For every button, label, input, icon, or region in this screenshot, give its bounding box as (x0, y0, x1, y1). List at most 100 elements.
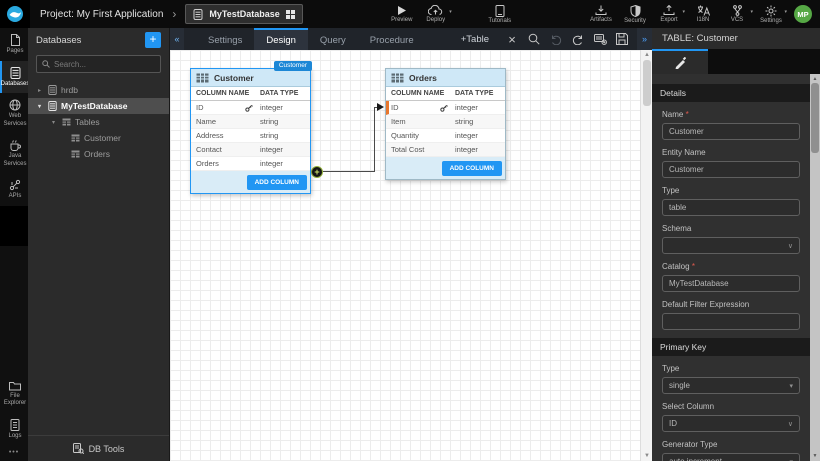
zoom-search-button[interactable] (526, 28, 542, 50)
rail-item-pages[interactable]: Pages (0, 28, 28, 61)
rail-item-logs[interactable]: Logs (0, 413, 28, 446)
tree-item-tables[interactable]: ▾ Tables (28, 114, 169, 130)
table-row[interactable]: Contact integer (191, 143, 310, 157)
type-field[interactable] (662, 199, 800, 216)
tree-collapsed-arrow-icon[interactable]: ▸ (35, 87, 44, 94)
canvas-vertical-scrollbar[interactable]: ▲ ▼ (640, 50, 652, 461)
column-type: string (260, 117, 310, 126)
search-input[interactable] (54, 60, 155, 69)
db-tools-label: DB Tools (89, 444, 125, 454)
add-table-button[interactable]: +Table (461, 34, 489, 45)
column-name: Item (386, 117, 455, 126)
schema-select[interactable]: ∨ (662, 237, 800, 254)
play-icon (396, 5, 407, 16)
api-connector-icon (9, 179, 21, 191)
export-button[interactable]: Export ▾ (652, 0, 686, 28)
grid-switcher-icon[interactable] (286, 10, 295, 19)
user-avatar[interactable]: MP (794, 5, 812, 23)
column-name: ID (391, 103, 399, 112)
tree-expanded-arrow-icon[interactable]: ▾ (35, 103, 44, 110)
artifacts-button[interactable]: Artifacts (584, 0, 618, 28)
tab-procedure[interactable]: Procedure (358, 28, 426, 50)
catalog-field[interactable] (662, 275, 800, 292)
collapse-panel-button[interactable]: « (170, 28, 184, 50)
security-button[interactable]: Security (618, 0, 652, 28)
add-column-button[interactable]: ADD COLUMN (247, 175, 307, 190)
tree-item-hrdb[interactable]: ▸ hrdb (28, 82, 169, 98)
scroll-down-icon[interactable]: ▼ (641, 453, 652, 459)
edit-tab[interactable] (652, 49, 708, 74)
properties-vertical-scrollbar[interactable]: ▲ ▼ (810, 74, 820, 461)
db-tools-button[interactable]: DB Tools (28, 435, 169, 461)
select-column-select[interactable]: ID ∨ (662, 415, 800, 432)
rail-item-web-services[interactable]: Web Services (0, 93, 28, 133)
pk-type-label: Type (662, 364, 800, 373)
save-button[interactable] (614, 28, 630, 50)
table-card-orders[interactable]: Orders COLUMN NAME DATA TYPE ID integer … (385, 68, 506, 180)
scroll-down-icon[interactable]: ▼ (810, 453, 820, 459)
table-row[interactable]: Total Cost integer (386, 143, 505, 157)
default-filter-field[interactable] (662, 313, 800, 330)
expand-panel-button[interactable]: » (637, 28, 652, 50)
delete-button[interactable]: × (504, 28, 520, 50)
tree-item-mytestdatabase[interactable]: ▾ MyTestDatabase (28, 98, 169, 114)
column-header-row: COLUMN NAME DATA TYPE (191, 87, 310, 101)
table-row[interactable]: Name string (191, 115, 310, 129)
i18n-button[interactable]: I18N (686, 0, 720, 28)
rail-item-file-explorer[interactable]: File Explorer (0, 375, 28, 413)
tree-item-customer[interactable]: Customer (28, 130, 169, 146)
table-row[interactable]: Orders integer (191, 157, 310, 171)
undo-button[interactable] (548, 28, 564, 50)
relationship-drag-connector[interactable]: + (311, 166, 323, 178)
design-canvas[interactable]: + Customer Customer COLUMN NAME DATA TYP… (170, 50, 652, 461)
column-name: Total Cost (386, 145, 455, 154)
tab-settings[interactable]: Settings (196, 28, 254, 50)
deploy-button[interactable]: Deploy ▾ (419, 0, 453, 28)
preview-button[interactable]: Preview (385, 0, 419, 28)
table-row[interactable]: ID integer (191, 101, 310, 115)
table-row[interactable]: Quantity integer (386, 129, 505, 143)
rail-overflow-dots[interactable]: ••• (0, 445, 28, 461)
table-row[interactable]: Item string (386, 115, 505, 129)
generator-type-label: Generator Type (662, 440, 800, 449)
cloud-upload-icon (428, 5, 443, 16)
column-header-row: COLUMN NAME DATA TYPE (386, 87, 505, 101)
update-database-button[interactable] (592, 28, 608, 50)
scroll-up-icon[interactable]: ▲ (810, 76, 820, 82)
scrollbar-thumb[interactable] (643, 60, 651, 106)
databases-panel-title: Databases (36, 35, 145, 46)
rail-item-apis[interactable]: APIs (0, 173, 28, 206)
add-database-button[interactable]: + (145, 32, 161, 48)
scroll-up-icon[interactable]: ▲ (641, 52, 652, 58)
tree-expanded-arrow-icon[interactable]: ▾ (49, 119, 58, 126)
table-header[interactable]: Customer (191, 69, 310, 87)
tutorials-button[interactable]: Tutorials (483, 0, 517, 28)
open-database-tab[interactable]: MyTestDatabase (185, 4, 302, 24)
database-search-box[interactable] (36, 55, 161, 73)
add-column-button[interactable]: ADD COLUMN (442, 161, 502, 176)
settings-button[interactable]: Settings ▾ (754, 0, 788, 28)
entity-name-field[interactable] (662, 161, 800, 178)
table-header[interactable]: Orders (386, 69, 505, 87)
name-field[interactable] (662, 123, 800, 140)
tab-query[interactable]: Query (308, 28, 358, 50)
column-name: Contact (191, 145, 260, 154)
export-caret-icon: ▾ (682, 9, 685, 15)
scrollbar-thumb[interactable] (811, 83, 819, 153)
rail-item-databases[interactable]: Databases (0, 61, 28, 94)
pk-type-select[interactable]: single ▾ (662, 377, 800, 394)
chevron-down-icon: ∨ (788, 242, 793, 250)
tree-item-orders[interactable]: Orders (28, 146, 169, 162)
vcs-button[interactable]: VCS ▾ (720, 0, 754, 28)
pk-type-value: single (669, 381, 690, 390)
table-row[interactable]: Address string (191, 129, 310, 143)
app-logo[interactable] (0, 0, 30, 28)
table-card-customer[interactable]: Customer Customer COLUMN NAME DATA TYPE … (190, 68, 311, 194)
dropdown-caret-icon: ▾ (789, 458, 793, 461)
rail-item-java-services[interactable]: Java Services (0, 133, 28, 173)
entity-name-label: Entity Name (662, 148, 800, 157)
table-row-foreign-key[interactable]: ID integer (386, 101, 505, 115)
tab-design[interactable]: Design (254, 28, 308, 50)
redo-button[interactable] (570, 28, 586, 50)
generator-type-select[interactable]: auto increment ▾ (662, 453, 800, 461)
